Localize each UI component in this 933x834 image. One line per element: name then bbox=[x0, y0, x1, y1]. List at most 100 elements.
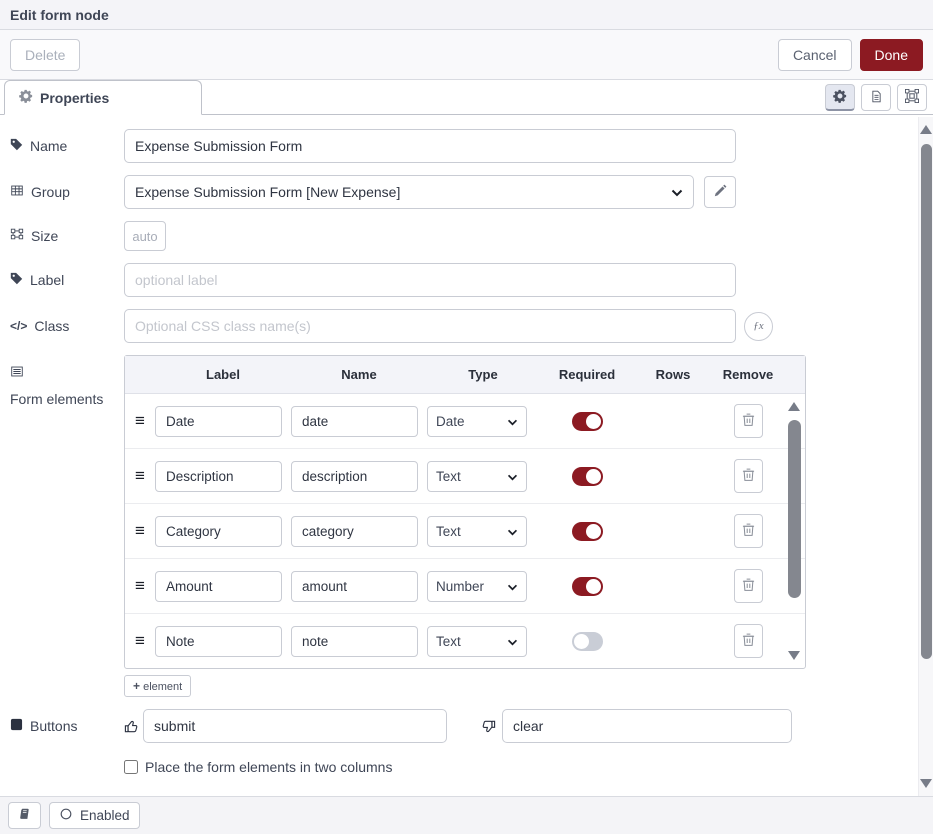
document-icon bbox=[870, 89, 883, 107]
edit-group-button[interactable] bbox=[704, 176, 736, 208]
chevron-down-icon bbox=[507, 414, 518, 429]
element-name-input[interactable] bbox=[291, 516, 418, 547]
node-enabled-button[interactable]: Enabled bbox=[49, 802, 140, 829]
plus-icon: + bbox=[133, 679, 140, 693]
element-name-input[interactable] bbox=[291, 626, 418, 657]
drag-handle[interactable]: ≡ bbox=[125, 466, 155, 486]
dialog-header: Edit form node bbox=[0, 0, 933, 30]
add-element-button[interactable]: + element bbox=[124, 675, 191, 697]
chevron-down-icon bbox=[507, 634, 518, 649]
required-toggle[interactable] bbox=[572, 467, 603, 486]
list-icon bbox=[10, 364, 24, 383]
element-type-value: Text bbox=[436, 634, 461, 649]
two-columns-checkbox[interactable] bbox=[124, 760, 138, 774]
element-type-select[interactable]: Number bbox=[427, 571, 527, 602]
header-type: Type bbox=[427, 367, 539, 382]
name-label: Name bbox=[10, 137, 124, 156]
element-type-select[interactable]: Text bbox=[427, 516, 527, 547]
tab-bar: Properties bbox=[0, 80, 933, 115]
element-label-input[interactable] bbox=[155, 626, 282, 657]
panel-scroll-down-arrow[interactable] bbox=[920, 779, 932, 788]
properties-icon-button[interactable] bbox=[825, 84, 855, 111]
appearance-icon bbox=[905, 89, 919, 106]
label-row: Label bbox=[10, 263, 918, 297]
required-toggle[interactable] bbox=[572, 577, 603, 596]
done-button[interactable]: Done bbox=[860, 39, 923, 71]
form-elements-list: Label Name Type Required Rows Remove ≡ D… bbox=[124, 355, 806, 669]
remove-element-button[interactable] bbox=[734, 514, 763, 548]
header-rows: Rows bbox=[635, 367, 711, 382]
panel-scroll-thumb[interactable] bbox=[921, 144, 932, 659]
panel-scroll-up-arrow[interactable] bbox=[920, 125, 932, 134]
remove-element-button[interactable] bbox=[734, 404, 763, 438]
scroll-up-arrow[interactable] bbox=[788, 402, 800, 411]
fx-button[interactable]: ƒx bbox=[744, 312, 773, 341]
code-icon: </> bbox=[10, 317, 27, 336]
class-label: </> Class bbox=[10, 317, 124, 336]
label-label: Label bbox=[10, 271, 124, 290]
element-type-select[interactable]: Text bbox=[427, 626, 527, 657]
tag-icon bbox=[10, 137, 23, 156]
group-select[interactable]: Expense Submission Form [New Expense] bbox=[124, 175, 694, 209]
book-icon bbox=[18, 807, 31, 824]
remove-element-button[interactable] bbox=[734, 624, 763, 658]
class-input[interactable] bbox=[124, 309, 736, 343]
element-type-select[interactable]: Text bbox=[427, 461, 527, 492]
element-type-value: Text bbox=[436, 469, 461, 484]
pencil-icon bbox=[714, 184, 727, 200]
drag-handle[interactable]: ≡ bbox=[125, 631, 155, 651]
submit-button-input[interactable] bbox=[143, 709, 447, 743]
chevron-down-icon bbox=[671, 184, 683, 200]
toolbar-right: Cancel Done bbox=[778, 39, 923, 71]
form-elements-label: Form elements bbox=[10, 364, 124, 409]
required-toggle[interactable] bbox=[572, 412, 603, 431]
node-help-button[interactable] bbox=[8, 802, 41, 829]
gear-icon bbox=[833, 89, 847, 106]
scroll-thumb[interactable] bbox=[788, 420, 801, 598]
element-name-input[interactable] bbox=[291, 406, 418, 437]
two-columns-row: Place the form elements in two columns bbox=[124, 759, 918, 775]
element-type-value: Number bbox=[436, 579, 484, 594]
panel-scrollbar bbox=[918, 117, 933, 796]
toggle-knob bbox=[586, 524, 601, 539]
appearance-icon-button[interactable] bbox=[897, 84, 927, 111]
elements-header: Label Name Type Required Rows Remove bbox=[125, 356, 805, 394]
element-name-input[interactable] bbox=[291, 571, 418, 602]
clear-button-input[interactable] bbox=[502, 709, 792, 743]
element-label-input[interactable] bbox=[155, 461, 282, 492]
required-toggle[interactable] bbox=[572, 632, 603, 651]
form-elements-rows: ≡ Date ≡ Text bbox=[125, 394, 805, 668]
scroll-down-arrow[interactable] bbox=[788, 651, 800, 660]
elements-viewport: ≡ Date ≡ Text bbox=[125, 394, 805, 668]
element-label-input[interactable] bbox=[155, 571, 282, 602]
required-toggle[interactable] bbox=[572, 522, 603, 541]
element-name-input[interactable] bbox=[291, 461, 418, 492]
element-type-select[interactable]: Date bbox=[427, 406, 527, 437]
thumbs-up-icon bbox=[124, 719, 139, 734]
element-type-value: Text bbox=[436, 524, 461, 539]
square-icon bbox=[10, 717, 23, 736]
element-label-input[interactable] bbox=[155, 406, 282, 437]
trash-icon bbox=[742, 522, 755, 540]
name-input[interactable] bbox=[124, 129, 736, 163]
label-input[interactable] bbox=[124, 263, 736, 297]
header-required: Required bbox=[539, 367, 635, 382]
drag-handle[interactable]: ≡ bbox=[125, 521, 155, 541]
element-row: ≡ Text bbox=[125, 449, 805, 504]
drag-handle[interactable]: ≡ bbox=[125, 576, 155, 596]
form-elements-row: Form elements Label Name Type Required R… bbox=[10, 355, 918, 697]
description-icon-button[interactable] bbox=[861, 84, 891, 111]
dialog-title: Edit form node bbox=[10, 7, 109, 23]
element-row: ≡ Text bbox=[125, 614, 805, 668]
tab-properties[interactable]: Properties bbox=[4, 80, 202, 115]
size-button[interactable]: auto bbox=[124, 221, 166, 251]
element-label-input[interactable] bbox=[155, 516, 282, 547]
remove-element-button[interactable] bbox=[734, 459, 763, 493]
chevron-down-icon bbox=[507, 524, 518, 539]
toggle-knob bbox=[586, 414, 601, 429]
trash-icon bbox=[742, 467, 755, 485]
remove-element-button[interactable] bbox=[734, 569, 763, 603]
delete-button[interactable]: Delete bbox=[10, 39, 80, 71]
drag-handle[interactable]: ≡ bbox=[125, 411, 155, 431]
cancel-button[interactable]: Cancel bbox=[778, 39, 852, 71]
